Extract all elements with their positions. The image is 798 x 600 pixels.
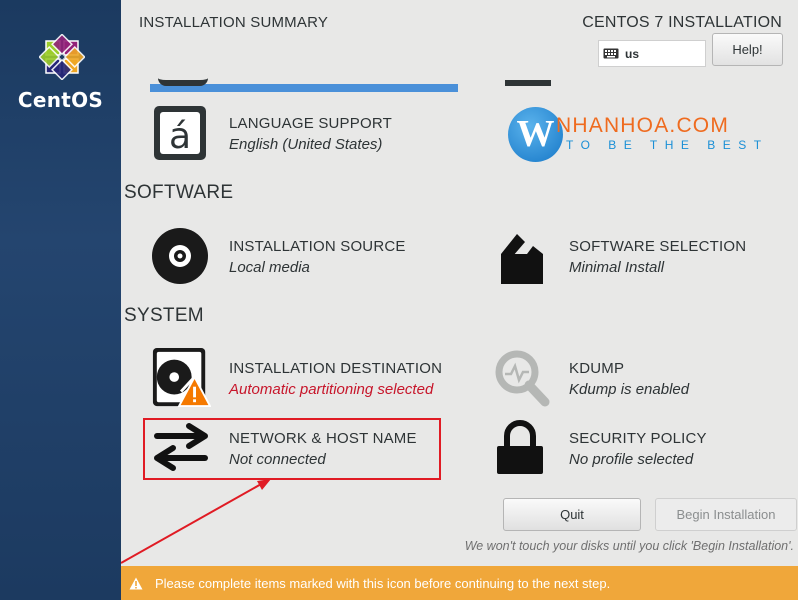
centos-logo-text: CentOS bbox=[17, 88, 104, 112]
spoke-language-support[interactable]: á LANGUAGE SUPPORT English (United State… bbox=[151, 103, 451, 163]
main-panel: INSTALLATION SUMMARY CENTOS 7 INSTALLATI… bbox=[121, 0, 798, 600]
spoke-status: Local media bbox=[229, 259, 310, 276]
quit-button[interactable]: Quit bbox=[503, 498, 641, 531]
keyboard-icon bbox=[603, 48, 619, 59]
spoke-security-policy[interactable]: SECURITY POLICY No profile selected bbox=[491, 418, 791, 478]
spoke-title: SECURITY POLICY bbox=[569, 430, 707, 447]
spoke-software-selection[interactable]: SOFTWARE SELECTION Minimal Install bbox=[491, 226, 791, 286]
product-title: CENTOS 7 INSTALLATION bbox=[582, 14, 782, 31]
keyboard-layout-indicator[interactable]: us bbox=[598, 40, 706, 67]
hard-drive-icon bbox=[152, 348, 211, 408]
sidebar: CentOS bbox=[0, 0, 121, 600]
centos-logo-icon bbox=[39, 34, 85, 80]
section-system: SYSTEM bbox=[124, 305, 204, 326]
begin-installation-button[interactable]: Begin Installation bbox=[655, 498, 797, 531]
language-icon: á bbox=[154, 106, 206, 160]
date-time-icon bbox=[158, 78, 208, 86]
spoke-title: KDUMP bbox=[569, 360, 625, 377]
spoke-status: Minimal Install bbox=[569, 259, 665, 276]
section-software: SOFTWARE bbox=[124, 182, 234, 203]
spoke-title: INSTALLATION DESTINATION bbox=[229, 360, 443, 377]
nhanhoa-tagline: TO BE THE BEST bbox=[566, 138, 769, 152]
nhanhoa-watermark: W NHANHOA.COM TO BE THE BEST bbox=[508, 104, 761, 164]
magnifier-icon bbox=[495, 350, 550, 407]
disk-notice: We won't touch your disks until you clic… bbox=[464, 539, 794, 553]
page-title: INSTALLATION SUMMARY bbox=[139, 14, 329, 31]
spoke-status: English (United States) bbox=[229, 136, 383, 153]
keyboard-layout-label: us bbox=[625, 46, 640, 61]
disc-icon bbox=[152, 228, 208, 284]
spoke-kdump[interactable]: KDUMP Kdump is enabled bbox=[491, 348, 791, 408]
nhanhoa-logo-letter: W bbox=[516, 113, 555, 155]
svg-text:á: á bbox=[169, 116, 191, 157]
spoke-title: LANGUAGE SUPPORT bbox=[229, 115, 392, 132]
lock-icon bbox=[497, 420, 543, 474]
warning-bar: Please complete items marked with this i… bbox=[121, 566, 798, 600]
spoke-title: SOFTWARE SELECTION bbox=[569, 238, 747, 255]
help-button[interactable]: Help! bbox=[712, 33, 783, 66]
spoke-title: INSTALLATION SOURCE bbox=[229, 238, 406, 255]
spoke-status: Kdump is enabled bbox=[569, 381, 690, 398]
warning-icon bbox=[129, 577, 143, 589]
package-icon bbox=[501, 234, 543, 284]
spoke-status: No profile selected bbox=[569, 451, 694, 468]
warning-text: Please complete items marked with this i… bbox=[155, 575, 611, 591]
spoke-installation-source[interactable]: INSTALLATION SOURCE Local media bbox=[151, 226, 451, 286]
keyboard-spoke-icon bbox=[505, 78, 551, 86]
annotation-arrow bbox=[121, 479, 271, 564]
spoke-status-warning: Automatic partitioning selected bbox=[229, 381, 434, 398]
nhanhoa-brand-name: NHANHOA.COM bbox=[556, 114, 730, 137]
spoke-installation-destination[interactable]: INSTALLATION DESTINATION Automatic parti… bbox=[151, 348, 451, 408]
